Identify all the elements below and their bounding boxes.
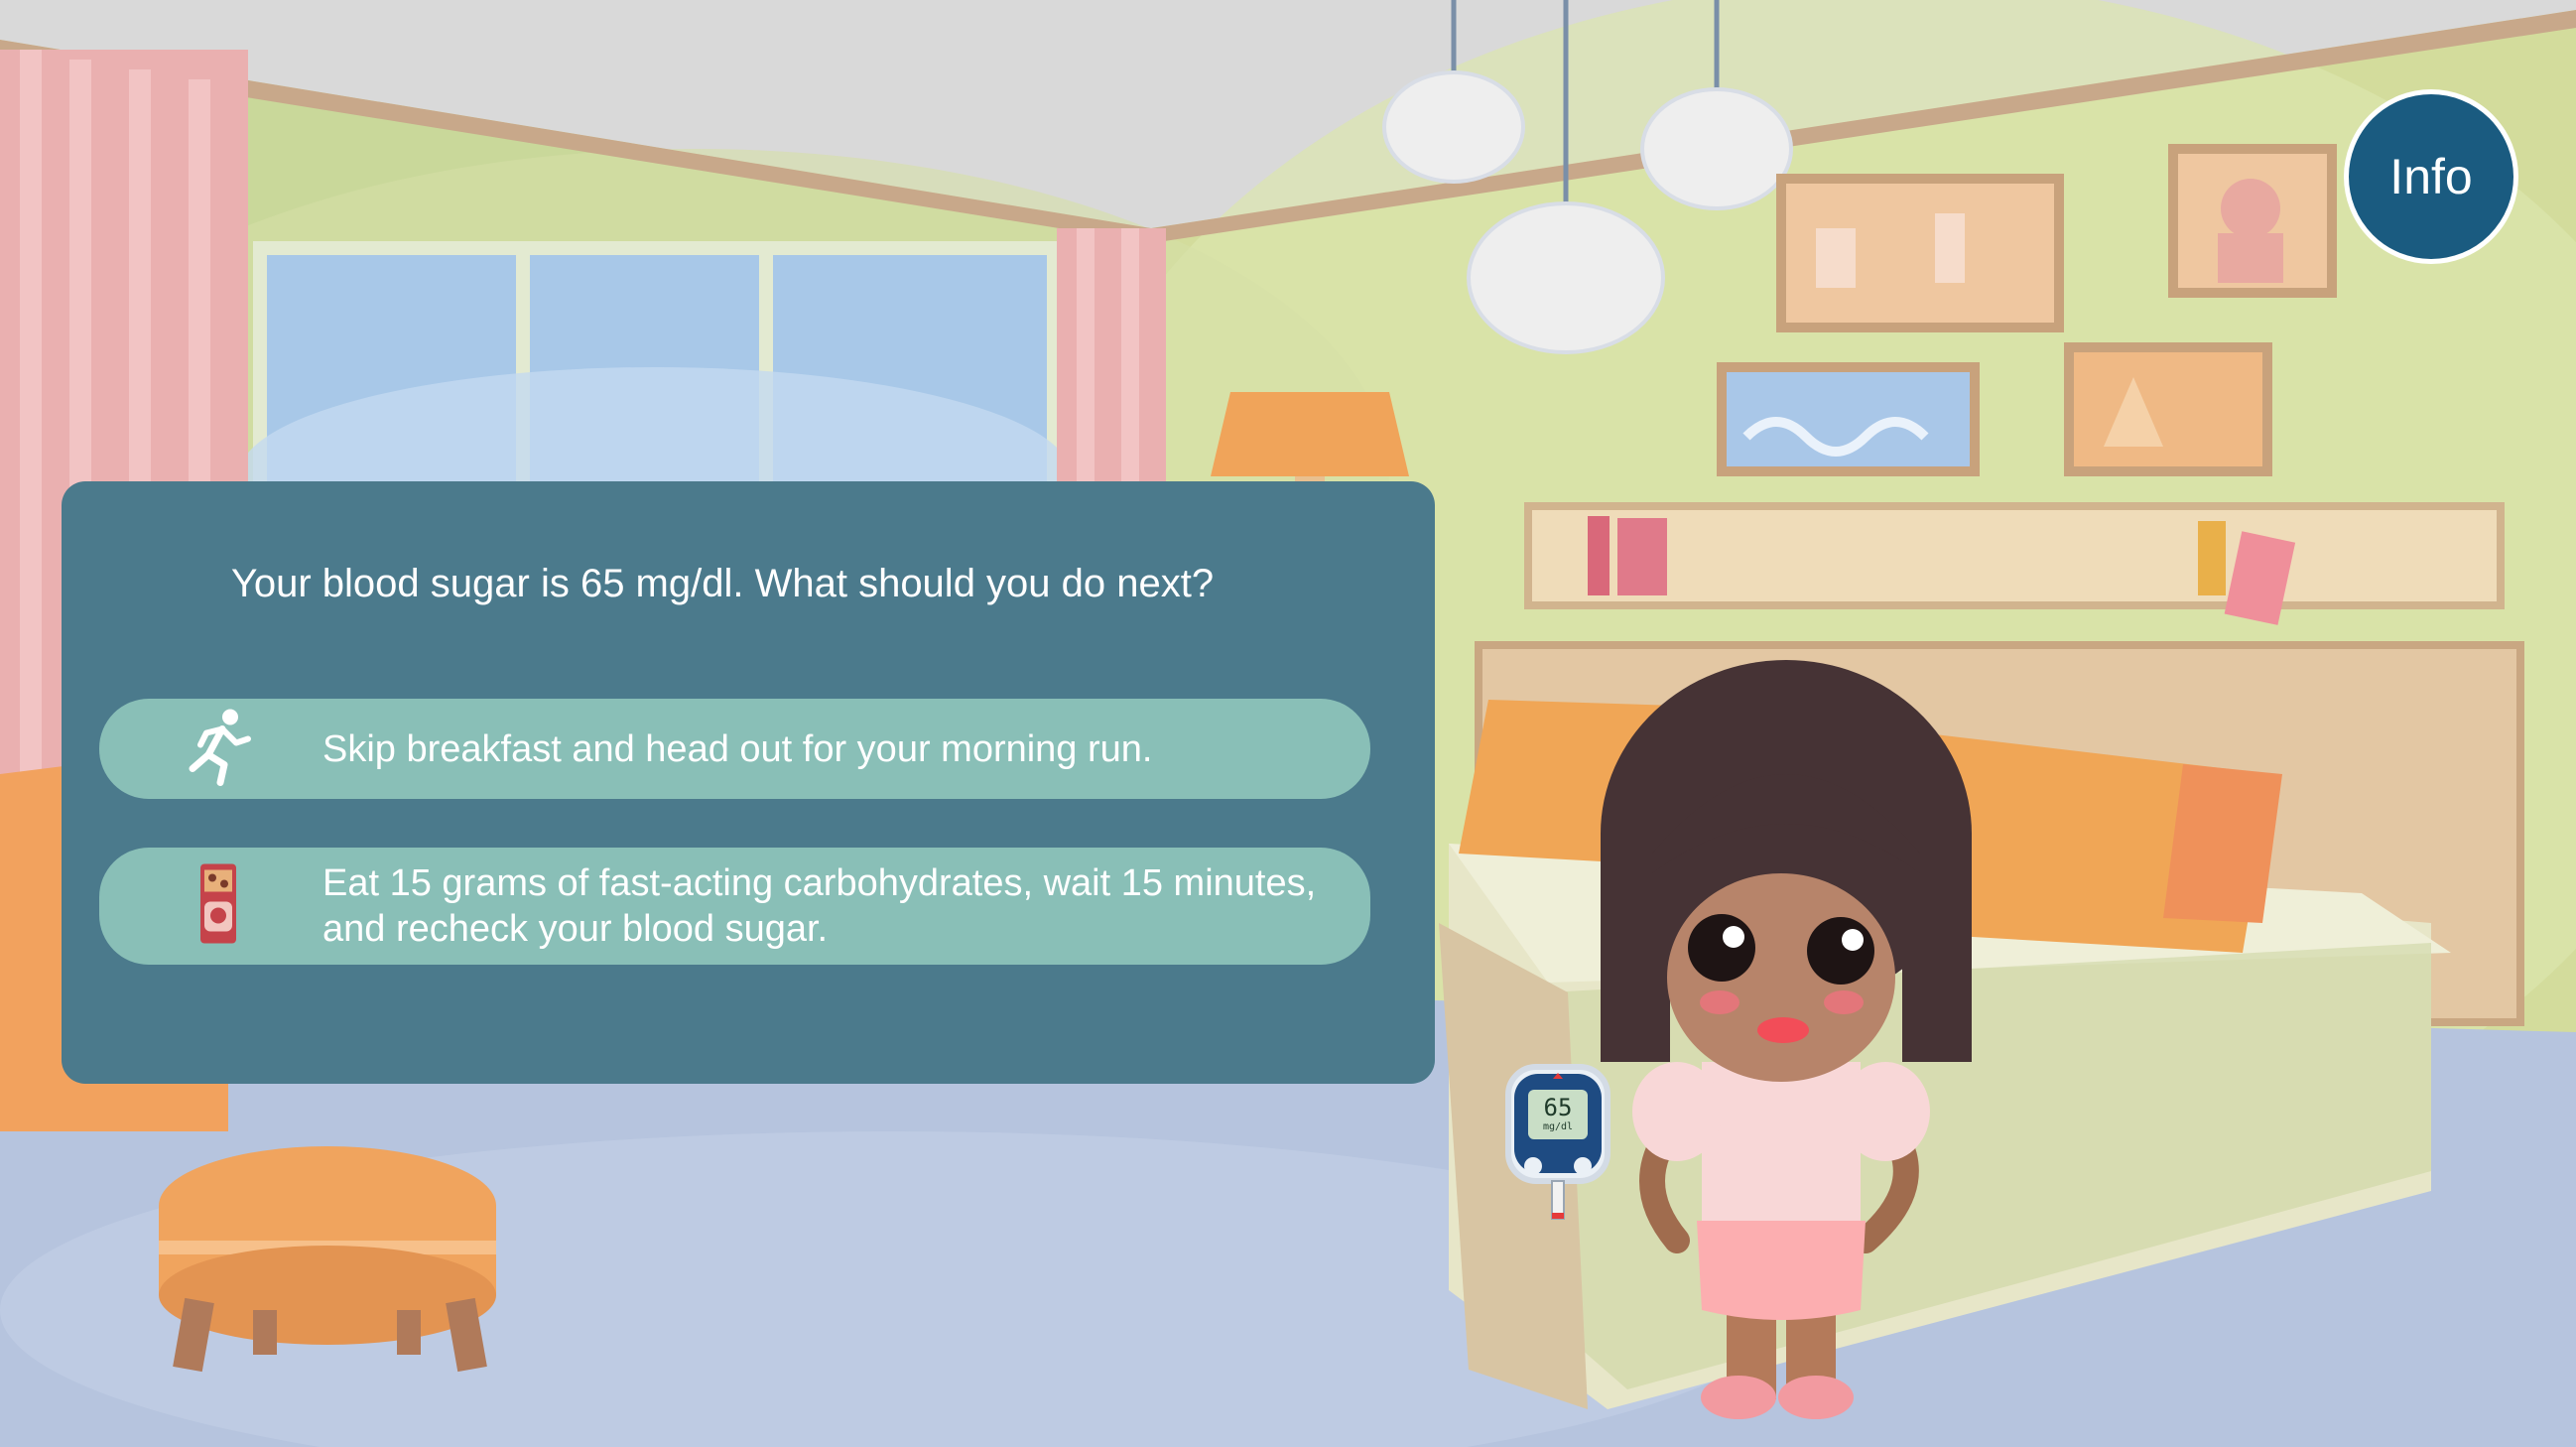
glucose-reading: 65 — [1543, 1094, 1573, 1121]
choice-carbs-label: Eat 15 grams of fast-acting carbohydrate… — [322, 862, 1317, 950]
question-dialog: Your blood sugar is 65 mg/dl. What shoul… — [62, 481, 1435, 1084]
question-text: Your blood sugar is 65 mg/dl. What shoul… — [230, 562, 1215, 605]
choice-run-button[interactable]: Skip breakfast and head out for your mor… — [99, 699, 1370, 799]
candy-bar-icon — [198, 862, 238, 951]
running-person-icon — [179, 707, 258, 791]
choice-run-label: Skip breakfast and head out for your mor… — [322, 727, 1153, 770]
choice-carbs-button[interactable]: Eat 15 grams of fast-acting carbohydrate… — [99, 848, 1370, 965]
info-button[interactable]: Info — [2344, 89, 2518, 264]
glucose-unit: mg/dl — [1542, 1121, 1574, 1132]
